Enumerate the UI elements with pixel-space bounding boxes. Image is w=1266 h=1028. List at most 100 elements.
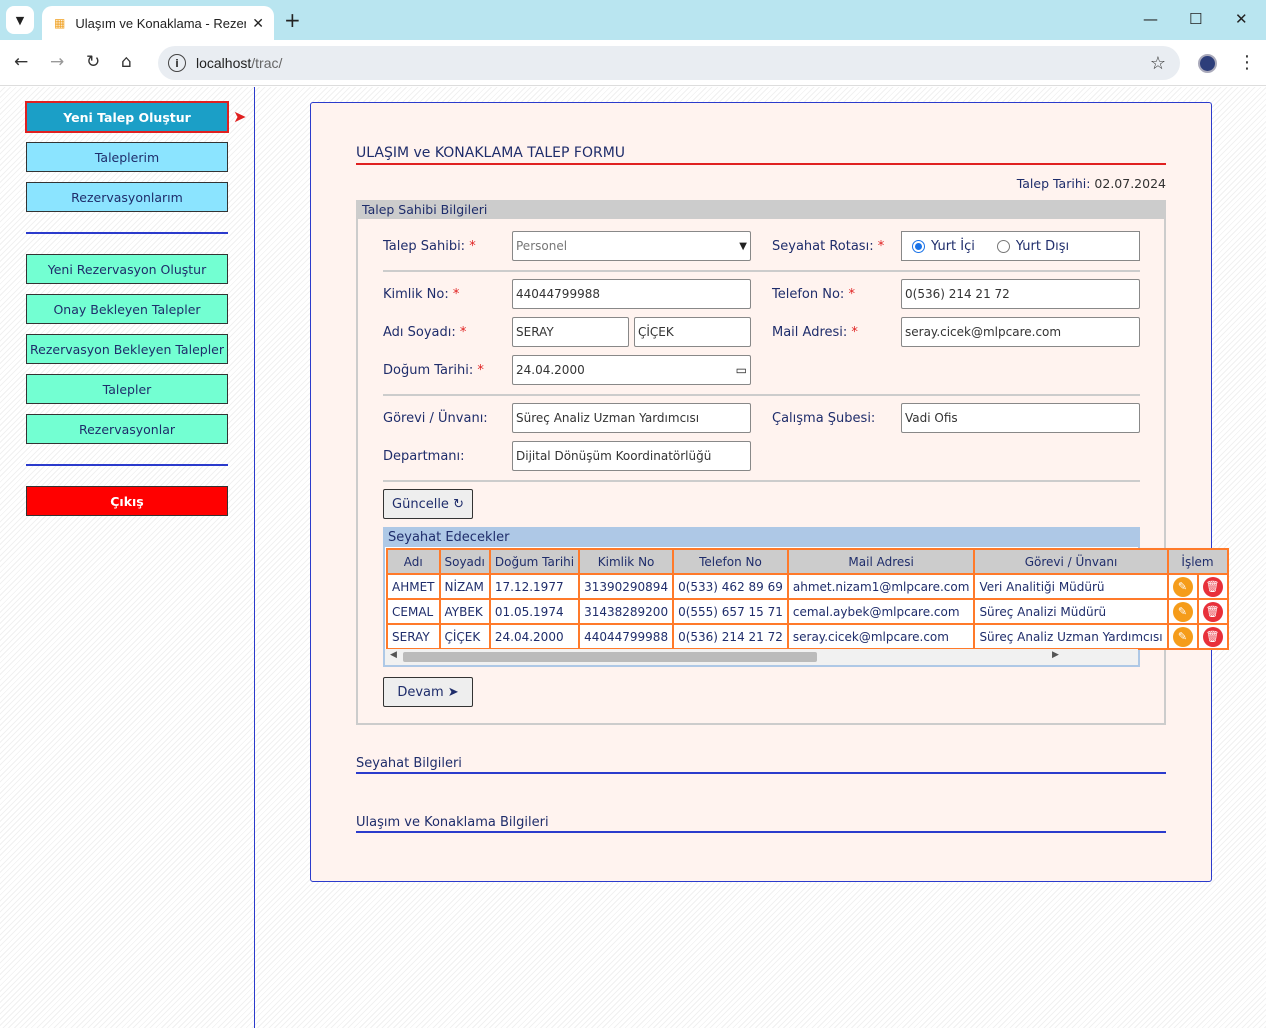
sidebar-item-rezervasyon-bekleyen[interactable]: Rezervasyon Bekleyen Talepler [26,334,228,364]
page-title: ULAŞIM ve KONAKLAMA TALEP FORMU [356,145,626,161]
active-arrow-icon: ➤ [233,107,247,126]
horizontal-scrollbar[interactable]: ◀ ▶ [385,649,1138,665]
delete-icon[interactable]: 🗑 [1202,576,1223,597]
column-header[interactable]: Soyadı [438,548,491,575]
column-header[interactable]: Mail Adresi [786,548,976,575]
title-underline [356,163,1166,165]
calendar-icon[interactable]: ▭ [736,363,747,377]
cell-mail-adresi: cemal.aybek@mlpcare.com [786,598,976,625]
browser-menu-icon[interactable]: ⋮ [1238,52,1256,73]
sidebar-item-yeni-talep[interactable]: Yeni Talep Oluştur [25,101,229,133]
sidebar-divider [26,464,228,466]
column-header[interactable]: Görevi / Ünvanı [973,548,1169,575]
cell-gorevi: Süreç Analizi Müdürü [973,598,1169,625]
departmani-input[interactable]: Dijital Dönüşüm Koordinatörlüğü [512,441,751,471]
home-icon[interactable]: ⌂ [121,52,132,72]
divider [383,480,1140,482]
delete-icon[interactable]: 🗑 [1202,626,1223,647]
column-header[interactable]: Adı [386,548,441,575]
section-ulasim-konaklama[interactable]: Ulaşım ve Konaklama Bilgileri [356,815,549,830]
section-underline [356,772,1166,774]
section-seyahat-bilgileri[interactable]: Seyahat Bilgileri [356,756,462,771]
browser-tab[interactable]: ▦ Ulaşım ve Konaklama - Rezervasyon ✕ [42,6,274,40]
close-window-button[interactable]: ✕ [1235,10,1248,28]
calisma-subesi-input[interactable]: Vadi Ofis [901,403,1140,433]
column-header[interactable]: Doğum Tarihi [488,548,581,575]
cell-gorevi: Veri Analitiği Müdürü [973,573,1169,600]
sidebar-divider [26,232,228,234]
forward-icon[interactable]: → [50,52,64,72]
route-radio-group: Yurt İçi Yurt Dışı [901,231,1140,261]
seyahat-rotasi-label: Seyahat Rotası: * [772,239,885,254]
logout-button[interactable]: Çıkış [26,486,228,516]
cell-soyadi: ÇİÇEK [438,623,491,650]
section-underline [356,831,1166,833]
gorevi-input[interactable]: Süreç Analiz Uzman Yardımcısı [512,403,751,433]
scrollbar-thumb[interactable] [403,652,817,662]
cell-kimlik-no: 44044799988 [578,623,675,650]
sidebar-item-onay-bekleyen[interactable]: Onay Bekleyen Talepler [26,294,228,324]
gorevi-label: Görevi / Ünvanı: [383,411,488,426]
cell-adi: SERAY [386,623,441,650]
continue-button[interactable]: Devam ➤ [383,677,473,707]
bookmark-star-icon[interactable]: ☆ [1150,53,1166,74]
mail-adresi-input[interactable]: seray.cicek@mlpcare.com [901,317,1140,347]
cell-dogum-tarihi: 01.05.1974 [488,598,581,625]
close-tab-icon[interactable]: ✕ [252,15,264,32]
page: Yeni Talep Oluştur ➤ Taleplerim Rezervas… [0,87,1266,1028]
sidebar-item-taleplerim[interactable]: Taleplerim [26,142,228,172]
cell-kimlik-no: 31438289200 [578,598,675,625]
dogum-tarihi-label: Doğum Tarihi: * [383,363,484,378]
kimlik-no-input[interactable]: 44044799988 [512,279,751,309]
chevron-down-icon: ▼ [739,240,747,252]
radio-yurt-ici[interactable] [912,239,925,253]
site-info-icon[interactable]: i [168,54,186,72]
cell-gorevi: Süreç Analiz Uzman Yardımcısı [973,623,1169,650]
sidebar-item-talepler[interactable]: Talepler [26,374,228,404]
calisma-subesi-label: Çalışma Şubesi: [772,411,876,426]
edit-icon[interactable]: ✎ [1172,576,1193,597]
talep-sahibi-select[interactable]: Personel ▼ [512,231,751,261]
edit-icon[interactable]: ✎ [1172,601,1193,622]
column-header[interactable]: Kimlik No [578,548,675,575]
new-tab-button[interactable]: + [284,8,301,32]
adi-soyadi-label: Adı Soyadı: * [383,325,467,340]
browser-tab-bar: ▼ ▦ Ulaşım ve Konaklama - Rezervasyon ✕ … [0,0,1266,40]
column-header[interactable]: Telefon No [672,548,789,575]
sidebar-item-yeni-rezervasyon[interactable]: Yeni Rezervasyon Oluştur [26,254,228,284]
adi-input[interactable]: SERAY [512,317,629,347]
back-icon[interactable]: ← [14,52,28,72]
travelers-table: Adı Soyadı Doğum Tarihi Kimlik No Telefo… [386,548,1229,650]
radio-yurt-disi-label: Yurt Dışı [1015,238,1070,254]
divider [383,270,1140,272]
telefon-no-input[interactable]: 0(536) 214 21 72 [901,279,1140,309]
radio-yurt-disi[interactable] [996,239,1010,253]
update-button[interactable]: Güncelle ↻ [383,489,473,519]
scroll-left-icon[interactable]: ◀ [390,650,397,660]
maximize-button[interactable]: ☐ [1189,10,1202,28]
fieldset-title: Talep Sahibi Bilgileri [358,202,1164,219]
cell-telefon-no: 0(533) 462 89 69 [672,573,789,600]
cell-telefon-no: 0(555) 657 15 71 [672,598,789,625]
address-bar[interactable]: i localhost/trac/ ☆ [158,46,1180,80]
requester-fieldset: Talep Sahibi Bilgileri Talep Sahibi: * P… [356,200,1229,725]
soyadi-input[interactable]: ÇİÇEK [634,317,751,347]
sidebar-item-rezervasyonlar[interactable]: Rezervasyonlar [26,414,228,444]
divider [383,394,1140,396]
table-row: CEMAL AYBEK 01.05.1974 31438289200 0(555… [386,598,1229,625]
delete-icon[interactable]: 🗑 [1202,601,1223,622]
dogum-tarihi-input[interactable]: 24.04.2000 ▭ [512,355,751,385]
travelers-table-container: Seyahat Edecekler Adı Soyadı Doğum Tarih… [383,527,1229,667]
sidebar-item-rezervasyonlarim[interactable]: Rezervasyonlarım [26,182,228,212]
profile-avatar[interactable] [1198,54,1217,73]
minimize-button[interactable]: — [1143,10,1158,28]
edit-icon[interactable]: ✎ [1172,626,1193,647]
mail-adresi-label: Mail Adresi: * [772,325,858,340]
column-header[interactable]: İşlem [1166,548,1229,575]
cell-mail-adresi: ahmet.nizam1@mlpcare.com [786,573,976,600]
cell-soyadi: NİZAM [438,573,491,600]
reload-icon[interactable]: ↻ [86,52,100,72]
tab-title: Ulaşım ve Konaklama - Rezervasyon [75,15,247,31]
scroll-right-icon[interactable]: ▶ [1052,650,1059,660]
tab-search-button[interactable]: ▼ [6,6,34,34]
